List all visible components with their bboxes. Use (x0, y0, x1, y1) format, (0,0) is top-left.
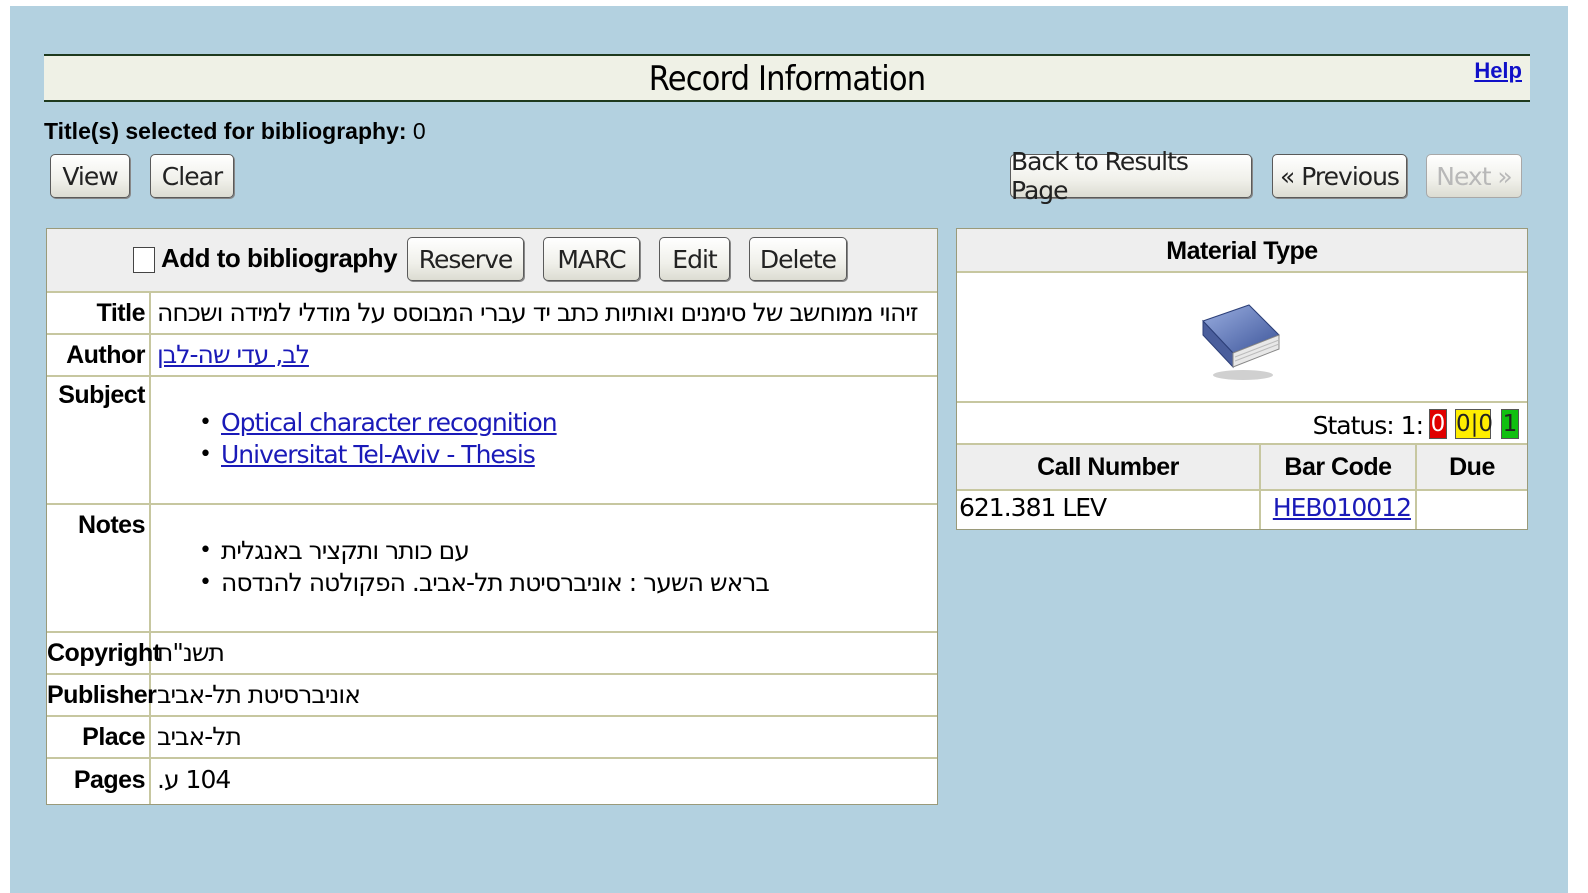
subject-link[interactable]: Universitat Tel-Aviv - Thesis (221, 440, 536, 469)
pages-row: Pages 104 ע. (47, 757, 937, 804)
holdings-table-header: Call Number Bar Code Due (957, 443, 1527, 491)
note-text: עם כותר ותקציר באנגלית (221, 536, 470, 565)
holdings-row: 621.381 LEV HEB010012 (957, 487, 1527, 529)
publisher-value: אוניברסיטת תל-אביב (157, 680, 361, 709)
author-row: Author לב, עדי שה-לבן (47, 333, 937, 377)
previous-button[interactable]: « Previous (1272, 154, 1407, 198)
due-header: Due (1415, 445, 1527, 489)
place-value: תל-אביב (157, 722, 242, 751)
bar-code-link[interactable]: HEB010012 (1259, 487, 1415, 529)
copyright-label: Copyright (47, 631, 161, 673)
record-action-row: Add to bibliography Reserve MARC Edit De… (47, 229, 937, 293)
reserve-button[interactable]: Reserve (407, 237, 524, 281)
publisher-row: Publisher אוניברסיטת תל-אביב (47, 673, 937, 717)
bibliography-count-label: Title(s) selected for bibliography: (44, 118, 407, 144)
copyright-value: תשנ"ח (157, 638, 225, 667)
subject-link[interactable]: Optical character recognition (221, 408, 558, 437)
copyright-row: Copyright תשנ"ח (47, 631, 937, 675)
author-link[interactable]: לב, עדי שה-לבן (157, 340, 310, 369)
add-to-bibliography-checkbox[interactable] (133, 247, 155, 273)
subject-label: Subject (47, 375, 151, 503)
delete-button[interactable]: Delete (749, 237, 847, 281)
book-icon (1195, 295, 1285, 385)
view-button[interactable]: View (50, 154, 130, 198)
status-available-count: 1 (1501, 409, 1519, 439)
record-details-panel: Add to bibliography Reserve MARC Edit De… (46, 228, 938, 805)
material-type-header: Material Type (957, 229, 1527, 273)
notes-list: • עם כותר ותקציר באנגלית • בראש השער : אונ… (197, 535, 770, 599)
note-text: בראש השער : אוניברסיטת תל-אביב. הפקולטה … (221, 568, 770, 597)
subject-list: • Optical character recognition • Universi… (197, 407, 558, 471)
help-link[interactable]: Help (1474, 58, 1522, 84)
material-type-panel: Material Type Status: 1: 0 0|0 1 Call Nu… (956, 228, 1528, 530)
status-row: Status: 1: 0 0|0 1 (957, 401, 1527, 445)
edit-button[interactable]: Edit (659, 237, 730, 281)
record-header-bar: Record Information Help (44, 54, 1530, 102)
marc-button[interactable]: MARC (543, 237, 640, 281)
clear-button[interactable]: Clear (150, 154, 234, 198)
note-item: • עם כותר ותקציר באנגלית (199, 536, 470, 565)
subject-item: • Universitat Tel-Aviv - Thesis (199, 440, 536, 469)
page-title: Record Information (648, 59, 926, 99)
title-label: Title (47, 291, 151, 333)
bar-code-header: Bar Code (1259, 445, 1415, 489)
bibliography-count-value: 0 (412, 118, 426, 144)
pages-label: Pages (47, 757, 151, 804)
author-label: Author (47, 333, 151, 375)
due-value (1415, 487, 1527, 529)
status-label: Status: 1: (1312, 411, 1424, 440)
add-to-bibliography-label: Add to bibliography (161, 243, 398, 273)
status-unavailable-count: 0 (1429, 409, 1447, 439)
pages-value: 104 ע. (157, 765, 231, 794)
call-number-header: Call Number (1037, 453, 1179, 481)
place-label: Place (47, 715, 151, 757)
bibliography-count: Title(s) selected for bibliography: 0 (44, 118, 426, 145)
note-item: • בראש השער : אוניברסיטת תל-אביב. הפקולטה… (199, 568, 770, 597)
notes-row: Notes • עם כותר ותקציר באנגלית • בראש השער… (47, 503, 937, 633)
notes-label: Notes (47, 503, 151, 631)
next-button: Next » (1426, 154, 1522, 198)
place-row: Place תל-אביב (47, 715, 937, 759)
subject-item: • Optical character recognition (199, 408, 558, 437)
publisher-label: Publisher (47, 673, 157, 715)
title-value: זיהוי ממוחשב של סימנים ואותיות כתב יד עב… (157, 298, 919, 327)
back-to-results-button[interactable]: Back to Results Page (1010, 147, 1252, 205)
status-onloan-count: 0|0 (1455, 409, 1494, 439)
call-number-value: 621.381 LEV (959, 493, 1107, 522)
title-row: Title זיהוי ממוחשב של סימנים ואותיות כתב… (47, 291, 937, 335)
subject-row: Subject • Optical character recognition •… (47, 375, 937, 505)
